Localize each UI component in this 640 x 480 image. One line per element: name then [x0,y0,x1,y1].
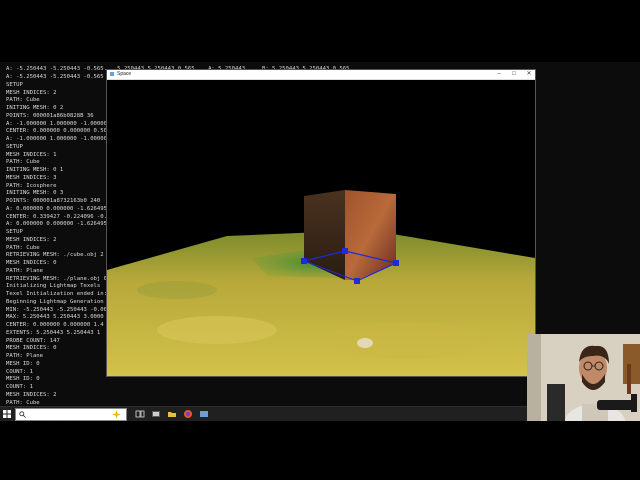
minimize-button[interactable]: – [494,70,504,79]
console-line: MESH INDICES: 1 [6,151,57,158]
console-line: MESH INDICES: 2 [6,391,57,398]
letterbox-bottom [0,421,640,480]
console-line: A: 0.000000 0.000000 -1.626495 [6,221,108,228]
gizmo-handle [393,260,399,266]
console-line: INITING MESH: 0 3 [6,190,64,197]
console-line: A: -5.250443 -5.250443 -0.565 [6,74,104,80]
console-line: POINTS: 000001a8732163b0 240 [6,198,101,204]
console-line: CENTER: 0.000000 0.000000 0.50 [6,128,108,135]
search-icon [19,411,26,418]
console-line: COUNT: 1 [6,368,33,375]
folder-icon[interactable] [167,409,177,419]
console-line: SETUP [6,81,23,88]
console-line: MESH INDICES: 2 [6,89,57,96]
gizmo-handle [301,258,307,264]
console-line: SETUP [6,143,23,150]
taskbar-search-box[interactable] [15,408,127,429]
console-line: CENTER: 0.339427 -0.224096 -0. [6,213,108,220]
console-line: SETUP [6,229,23,235]
console-line: Texel Initialization ended in: [6,291,108,297]
console-line: INITING MESH: 0 1 [6,167,64,173]
gizmo-handle [354,278,360,284]
console-line: MESH INDICES: 3 [6,174,57,181]
close-button[interactable]: ✕ [524,70,534,79]
windows-start-icon[interactable] [3,410,11,418]
console-line: A: -1.000000 1.000000 -1.00000 [6,120,108,127]
console-line: Initializing Lightmap Texels [6,283,101,290]
console-line: PATH: Icosphere [6,182,57,189]
task-view-icon[interactable] [135,409,145,419]
console-line: Beginning Lightmap Generation [6,298,104,305]
console-line: PATH: Cube [6,244,40,251]
console-line: MESH INDICES: 0 [6,260,57,266]
console-line: RETRIEVING MESH: ./plane.obj 0 [6,275,108,282]
app-icon[interactable] [199,409,209,419]
console-line: PATH: Plane [6,267,44,274]
app-window-icon [110,72,114,76]
app-window-title: Space [117,71,132,77]
gizmo-handle [342,248,348,254]
maximize-button[interactable]: □ [509,70,519,79]
file-explorer-icon[interactable] [151,409,161,419]
firefox-icon[interactable] [183,409,193,419]
console-line: INITING MESH: 0 2 [6,105,64,111]
console-line: COUNT: 1 [6,384,33,390]
console-line: RETRIEVING MESH: ./cube.obj 2 [6,252,104,259]
webcam-overlay [527,334,640,421]
console-line: PROBE COUNT: 147 [6,337,60,344]
app-titlebar[interactable]: Space – □ ✕ [107,70,535,80]
console-line: PATH: Cube [6,159,40,166]
console-line: PATH: Plane [6,353,44,359]
console-line: POINTS: 000001a86b0828B 36 [6,112,94,119]
letterbox-top [0,0,640,60]
console-line: PATH: Cube [6,97,40,104]
console-line: CENTER: 0.000000 0.000000 1.4 [6,322,104,328]
webcam-video [527,334,640,421]
console-line: MIN: -5.250443 -5.250443 -0.00 [6,306,108,313]
console-line: MESH ID: 0 [6,376,40,383]
3d-viewport[interactable] [107,80,535,376]
console-line: A: 0.000000 0.000000 -1.626495 [6,205,108,212]
app-window[interactable]: Space – □ ✕ [106,69,536,377]
console-line: MESH INDICES: 2 [6,236,57,243]
console-line: EXTENTS: 5.250443 5.250443 1 [6,329,101,336]
console-line: MESH ID: 0 [6,360,40,367]
console-line: MAX: 5.250443 5.250443 3.0000 [6,314,104,321]
search-highlight-icon [112,410,121,419]
console-line: MESH INDICES: 0 [6,345,57,352]
scene-render [107,80,535,376]
console-line: A: -1.000000 1.000000 -1.00000 [6,136,108,142]
